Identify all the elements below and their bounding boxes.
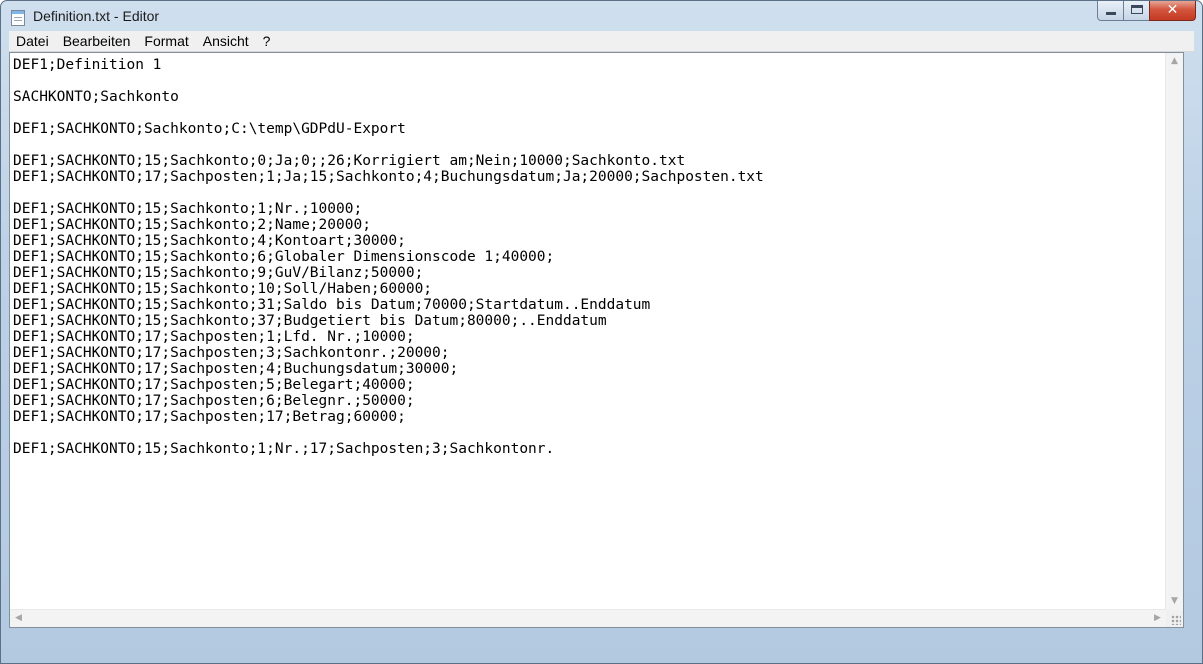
minimize-icon <box>1106 12 1116 15</box>
text-line <box>13 105 1164 121</box>
text-line: DEF1;SACHKONTO;15;Sachkonto;1;Nr.;17;Sac… <box>13 441 555 457</box>
horizontal-scrollbar[interactable]: ◀ ▶ <box>10 609 1166 627</box>
text-line: DEF1;SACHKONTO;15;Sachkonto;0;Ja;0;;26;K… <box>13 153 686 169</box>
text-line: DEF1;SACHKONTO;15;Sachkonto;6;Globaler D… <box>13 249 555 265</box>
maximize-button[interactable] <box>1123 1 1150 21</box>
text-line: DEF1;SACHKONTO;17;Sachposten;4;Buchungsd… <box>13 361 459 377</box>
text-line <box>13 73 1164 89</box>
scroll-right-icon[interactable]: ▶ <box>1149 610 1166 627</box>
text-line: DEF1;SACHKONTO;17;Sachposten;5;Belegart;… <box>13 377 415 393</box>
text-line: DEF1;SACHKONTO;15;Sachkonto;9;GuV/Bilanz… <box>13 265 424 281</box>
maximize-icon <box>1131 5 1143 14</box>
menu-datei[interactable]: Datei <box>9 31 56 51</box>
text-line: DEF1;SACHKONTO;Sachkonto;C:\temp\GDPdU-E… <box>13 121 406 137</box>
scroll-up-icon[interactable]: ▲ <box>1166 53 1183 70</box>
text-line: DEF1;SACHKONTO;17;Sachposten;1;Ja;15;Sac… <box>13 169 764 185</box>
menu-ansicht[interactable]: Ansicht <box>196 31 256 51</box>
scroll-down-icon[interactable]: ▼ <box>1166 593 1183 610</box>
caption-buttons: ✕ <box>1097 1 1196 22</box>
text-line: DEF1;SACHKONTO;17;Sachposten;6;Belegnr.;… <box>13 393 415 409</box>
text-line: DEF1;SACHKONTO;17;Sachposten;3;Sachkonto… <box>13 345 450 361</box>
close-icon: ✕ <box>1166 2 1179 18</box>
text-line <box>13 425 1164 441</box>
resize-grip-icon <box>1171 615 1181 625</box>
window-title: Definition.txt - Editor <box>33 8 160 24</box>
text-line: DEF1;SACHKONTO;17;Sachposten;1;Lfd. Nr.;… <box>13 329 415 345</box>
text-line: DEF1;SACHKONTO;15;Sachkonto;10;Soll/Habe… <box>13 281 433 297</box>
text-area[interactable]: DEF1;Definition 1 SACHKONTO;Sachkonto DEF1… <box>11 54 1166 610</box>
minimize-button[interactable] <box>1097 1 1124 21</box>
title-bar[interactable]: Definition.txt - Editor ✕ <box>1 1 1202 31</box>
text-line: DEF1;SACHKONTO;15;Sachkonto;2;Name;20000… <box>13 217 371 233</box>
scroll-left-icon[interactable]: ◀ <box>10 610 27 627</box>
text-editor[interactable]: DEF1;Definition 1 SACHKONTO;Sachkonto DEF1… <box>9 52 1184 628</box>
menu-bearbeiten[interactable]: Bearbeiten <box>56 31 138 51</box>
close-button[interactable]: ✕ <box>1149 1 1196 21</box>
text-line <box>13 137 1164 153</box>
vertical-scrollbar[interactable]: ▲ ▼ <box>1165 53 1183 610</box>
text-line: DEF1;SACHKONTO;15;Sachkonto;31;Saldo bis… <box>13 297 651 313</box>
text-line: DEF1;Definition 1 <box>13 57 162 73</box>
editor-window: Definition.txt - Editor ✕ Datei Bearbeit… <box>0 0 1203 664</box>
text-line: SACHKONTO;Sachkonto <box>13 89 179 105</box>
text-line: DEF1;SACHKONTO;17;Sachposten;17;Betrag;6… <box>13 409 406 425</box>
menu-bar: Datei Bearbeiten Format Ansicht ? <box>9 31 1194 52</box>
text-line: DEF1;SACHKONTO;15;Sachkonto;37;Budgetier… <box>13 313 607 329</box>
menu-format[interactable]: Format <box>137 31 195 51</box>
text-line: DEF1;SACHKONTO;15;Sachkonto;1;Nr.;10000; <box>13 201 363 217</box>
text-line: DEF1;SACHKONTO;15;Sachkonto;4;Kontoart;3… <box>13 233 406 249</box>
size-grip[interactable] <box>1166 610 1183 627</box>
notepad-icon[interactable] <box>11 10 25 26</box>
text-line <box>13 185 1164 201</box>
menu-help[interactable]: ? <box>256 31 278 51</box>
